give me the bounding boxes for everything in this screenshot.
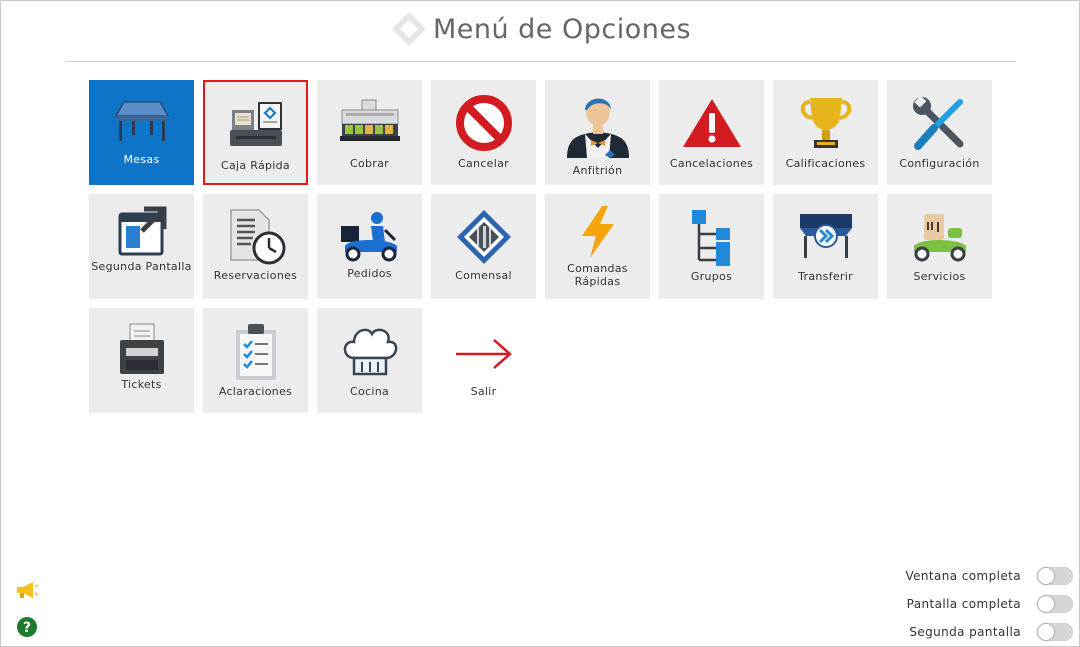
table-icon bbox=[89, 94, 194, 146]
tools-icon bbox=[887, 94, 992, 154]
host-icon bbox=[545, 88, 650, 158]
ventana-completa-switch[interactable] bbox=[1037, 567, 1073, 585]
tile-cocina[interactable]: Cocina bbox=[317, 308, 422, 413]
tile-anfitrion[interactable]: Anfitrión bbox=[545, 80, 650, 185]
tile-label: Servicios bbox=[913, 270, 966, 283]
megaphone-icon[interactable] bbox=[15, 581, 39, 603]
page-title: Menú de Opciones bbox=[432, 13, 692, 45]
switch-knob bbox=[1038, 624, 1054, 640]
ticket-printer-icon bbox=[89, 322, 194, 376]
warning-icon bbox=[659, 97, 764, 149]
tile-label: Cancelar bbox=[458, 157, 509, 170]
tile-label: Tickets bbox=[121, 378, 162, 391]
tile-tickets[interactable]: Tickets bbox=[89, 308, 194, 413]
switch-knob bbox=[1038, 596, 1054, 612]
switch-knob bbox=[1038, 568, 1054, 584]
tile-label: Salir bbox=[470, 385, 497, 398]
toggle-ventana-completa: Ventana completa bbox=[905, 567, 1073, 585]
tile-caja-rapida[interactable]: Caja Rápida bbox=[203, 80, 308, 185]
tile-transferir[interactable]: Transferir bbox=[773, 194, 878, 299]
tile-label: Cocina bbox=[349, 385, 390, 398]
cash-drawer-icon bbox=[317, 98, 422, 146]
toggle-label: Segunda pantalla bbox=[909, 625, 1021, 639]
tile-label: Mesas bbox=[123, 153, 160, 166]
header-divider bbox=[65, 61, 1016, 62]
tile-calificaciones[interactable]: Calificaciones bbox=[773, 80, 878, 185]
external-screen-icon bbox=[89, 206, 194, 258]
trophy-icon bbox=[773, 94, 878, 152]
tile-label: Comandas Rápidas bbox=[567, 262, 628, 288]
logo-diamond-icon bbox=[391, 11, 427, 47]
tile-comensal[interactable]: Comensal bbox=[431, 194, 536, 299]
tile-label: Cancelaciones bbox=[669, 157, 754, 170]
cash-register-icon bbox=[205, 100, 306, 150]
tile-grupos[interactable]: Grupos bbox=[659, 194, 764, 299]
prohibited-icon bbox=[431, 94, 536, 152]
groups-tree-icon bbox=[659, 208, 764, 268]
toggle-pantalla-completa: Pantalla completa bbox=[907, 595, 1073, 613]
reservations-clock-icon bbox=[203, 208, 308, 266]
tile-label: Pedidos bbox=[347, 267, 392, 280]
tile-cobrar[interactable]: Cobrar bbox=[317, 80, 422, 185]
tile-aclaraciones[interactable]: Aclaraciones bbox=[203, 308, 308, 413]
toggle-label: Ventana completa bbox=[905, 569, 1021, 583]
tile-label: Caja Rápida bbox=[221, 159, 290, 172]
transfer-table-icon bbox=[773, 210, 878, 262]
service-scooter-icon bbox=[887, 208, 992, 264]
tile-label: Configuración bbox=[899, 157, 980, 170]
help-icon[interactable]: ? bbox=[16, 616, 38, 642]
diner-cutlery-icon bbox=[431, 208, 536, 266]
tile-mesas[interactable]: Mesas bbox=[89, 80, 194, 185]
exit-arrow-icon bbox=[431, 336, 536, 372]
tile-configuracion[interactable]: Configuración bbox=[887, 80, 992, 185]
pantalla-completa-switch[interactable] bbox=[1037, 595, 1073, 613]
tile-label: Calificaciones bbox=[785, 157, 866, 170]
chef-hat-icon bbox=[317, 324, 422, 380]
tile-label: Transferir bbox=[798, 270, 853, 283]
tile-cancelaciones[interactable]: Cancelaciones bbox=[659, 80, 764, 185]
tile-label: Comensal bbox=[455, 269, 512, 282]
clipboard-checklist-icon bbox=[203, 322, 308, 382]
tile-servicios[interactable]: Servicios bbox=[887, 194, 992, 299]
lightning-icon bbox=[545, 204, 650, 260]
segunda-pantalla-switch[interactable] bbox=[1037, 623, 1073, 641]
tile-segunda-pantalla[interactable]: Segunda Pantalla bbox=[89, 194, 194, 299]
tile-label: Cobrar bbox=[350, 157, 389, 170]
tile-salir[interactable]: Salir bbox=[431, 308, 536, 413]
tile-label: Grupos bbox=[690, 270, 733, 283]
tile-comandas-rapidas[interactable]: Comandas Rápidas bbox=[545, 194, 650, 299]
tile-label: Anfitrión bbox=[572, 164, 623, 177]
tile-cancelar[interactable]: Cancelar bbox=[431, 80, 536, 185]
tile-label: Segunda Pantalla bbox=[91, 260, 192, 273]
tile-label: Aclaraciones bbox=[218, 385, 293, 398]
tile-label: Reservaciones bbox=[213, 269, 298, 282]
svg-text:?: ? bbox=[23, 620, 31, 636]
toggle-segunda-pantalla: Segunda pantalla bbox=[909, 623, 1073, 641]
tile-pedidos[interactable]: Pedidos bbox=[317, 194, 422, 299]
header: Menú de Opciones bbox=[1, 11, 1080, 55]
tile-reservaciones[interactable]: Reservaciones bbox=[203, 194, 308, 299]
delivery-scooter-icon bbox=[317, 210, 422, 262]
toggle-label: Pantalla completa bbox=[906, 597, 1021, 611]
